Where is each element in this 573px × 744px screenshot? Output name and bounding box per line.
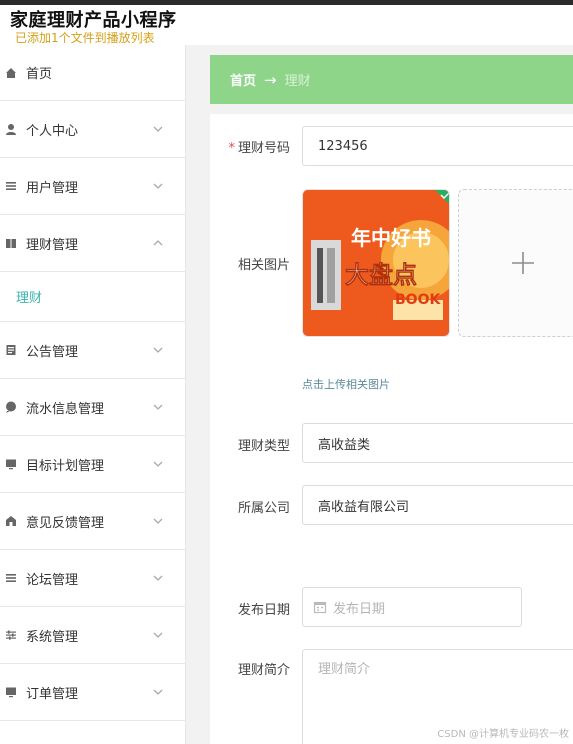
sidebar-item-notice-management[interactable]: 公告管理	[0, 322, 185, 379]
sidebar-item-label: 个人中心	[26, 123, 79, 139]
calendar-icon	[313, 601, 327, 614]
sidebar-item-flow-info-management[interactable]: 流水信息管理	[0, 379, 185, 436]
banner-text-3: BOOK	[395, 292, 441, 308]
company-input[interactable]: 高收益有限公司	[302, 485, 573, 525]
finance-form: * 理财号码 123456 相关图片 年中好书 大盘点 BOOK 点击上传相关图…	[210, 114, 573, 744]
monitor-icon	[4, 457, 18, 471]
sidebar-item-order-management[interactable]: 订单管理	[0, 664, 185, 721]
sidebar-item-label: 公告管理	[26, 344, 79, 360]
chevron-down-icon	[153, 461, 163, 467]
home-icon	[4, 66, 18, 80]
sidebar-item-label: 论坛管理	[26, 572, 79, 588]
sidebar-item-finance-management[interactable]: 理财管理	[0, 215, 185, 272]
image-label: 相关图片	[237, 258, 290, 273]
main-content: 首页 → 理财 *理财号码 123456 相关图片 年中好书 大盘点 BOOK	[186, 45, 573, 744]
date-label: 发布日期	[237, 603, 290, 618]
type-input[interactable]: 高收益类	[302, 423, 573, 463]
chevron-down-icon	[153, 689, 163, 695]
code-label: * 理财号码	[210, 137, 290, 156]
sidebar-item-label: 用户管理	[26, 180, 79, 196]
sidebar-subitem-label: 理财	[16, 291, 43, 306]
sidebar-item-goal-plan-management[interactable]: 目标计划管理	[0, 436, 185, 493]
breadcrumb-current: 理财	[284, 74, 311, 89]
chevron-up-icon	[153, 240, 163, 246]
plus-icon	[512, 252, 534, 274]
watermark: CSDN @计算机专业码农一枚	[437, 729, 569, 740]
window-top-strip	[0, 0, 573, 5]
upload-tip: 点击上传相关图片	[302, 378, 390, 391]
book-icon	[4, 236, 18, 250]
feedback-icon	[4, 514, 18, 528]
banner-text-1: 年中好书	[351, 226, 431, 250]
sidebar-item-forum-management[interactable]: 论坛管理	[0, 550, 185, 607]
code-label-text: 理财号码	[237, 141, 290, 156]
breadcrumb: 首页 → 理财	[210, 55, 573, 104]
notice-icon	[4, 343, 18, 357]
code-input[interactable]: 123456	[302, 126, 573, 166]
intro-placeholder: 理财简介	[318, 662, 371, 677]
chevron-down-icon	[153, 126, 163, 132]
banner-text-2: 大盘点	[345, 261, 417, 289]
breadcrumb-home[interactable]: 首页	[230, 70, 256, 89]
sidebar-item-label: 流水信息管理	[26, 401, 105, 417]
sidebar-item-personal-center[interactable]: 个人中心	[0, 101, 185, 158]
book-banner-image: 年中好书 大盘点 BOOK	[303, 190, 449, 336]
company-label: 所属公司	[237, 501, 290, 516]
image-upload-button[interactable]	[458, 189, 573, 337]
sidebar-item-label: 意见反馈管理	[26, 515, 105, 531]
sidebar-item-label: 系统管理	[26, 629, 79, 645]
company-input-value: 高收益有限公司	[318, 499, 410, 515]
sidebar-item-user-management[interactable]: 用户管理	[0, 158, 185, 215]
chat-icon	[4, 400, 18, 414]
type-input-value: 高收益类	[318, 437, 371, 453]
settings-icon	[4, 628, 18, 642]
sidebar-item-feedback-management[interactable]: 意见反馈管理	[0, 493, 185, 550]
date-picker-input[interactable]: 发布日期	[302, 587, 522, 627]
chevron-down-icon	[153, 347, 163, 353]
chevron-down-icon	[153, 518, 163, 524]
sidebar-item-label: 首页	[26, 67, 53, 82]
breadcrumb-arrow-icon: →	[264, 70, 277, 89]
app-subtitle: 已添加1个文件到播放列表	[15, 31, 155, 45]
type-label: 理财类型	[237, 439, 290, 454]
chevron-down-icon	[153, 632, 163, 638]
chevron-down-icon	[153, 183, 163, 189]
sidebar-item-home[interactable]: 首页	[0, 45, 185, 101]
sidebar-item-label: 目标计划管理	[26, 458, 105, 474]
chevron-down-icon	[153, 575, 163, 581]
sidebar-item-label: 理财管理	[26, 237, 79, 253]
code-input-value: 123456	[318, 138, 368, 154]
required-mark: *	[228, 141, 235, 156]
intro-label: 理财简介	[237, 663, 290, 678]
sidebar-subitem-finance[interactable]: 理财	[0, 272, 185, 322]
sidebar: 首页 个人中心 用户管理 理财管理 理财 公告管理 流水信息管理 目标计划管理 …	[0, 45, 186, 744]
date-placeholder: 发布日期	[333, 601, 386, 617]
monitor-icon	[4, 685, 18, 699]
list-icon	[4, 571, 18, 585]
chevron-down-icon	[153, 404, 163, 410]
list-icon	[4, 179, 18, 193]
sidebar-item-system-management[interactable]: 系统管理	[0, 607, 185, 664]
sidebar-item-label: 订单管理	[26, 686, 79, 702]
uploaded-image-thumbnail[interactable]: 年中好书 大盘点 BOOK	[302, 189, 450, 337]
user-icon	[4, 122, 18, 136]
